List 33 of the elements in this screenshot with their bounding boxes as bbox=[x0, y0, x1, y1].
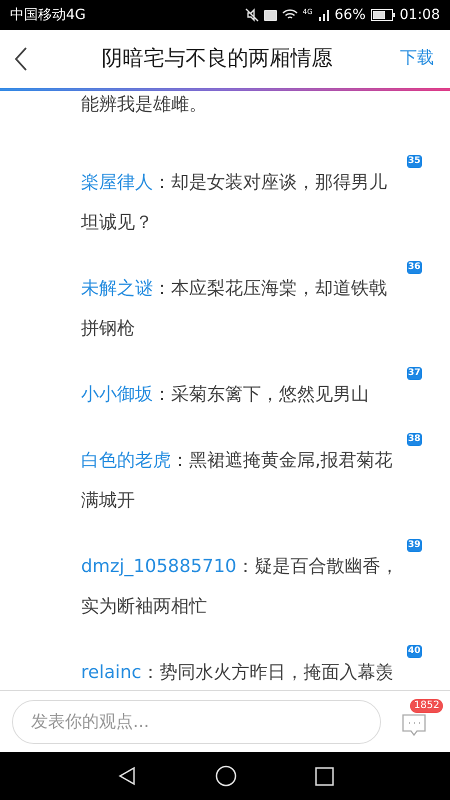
comment-text: relainc：势同水火方昨日，掩面入幕羡 bbox=[81, 661, 394, 685]
floor-badge: 36 bbox=[407, 261, 422, 274]
comment-input[interactable]: 发表你的观点... bbox=[12, 700, 381, 744]
comment-text: 白色的老虎：黑裙遮掩黄金屌,报君菊花满城开 bbox=[81, 449, 394, 513]
username-link[interactable]: 楽屋律人 bbox=[81, 172, 153, 193]
comment-text: 能辨我是雄雌。 bbox=[81, 93, 208, 117]
home-icon[interactable] bbox=[214, 765, 236, 787]
clock-label: 01:08 bbox=[400, 6, 440, 24]
floor-badge: 35 bbox=[407, 155, 422, 168]
signal-icon bbox=[318, 9, 330, 21]
recents-icon[interactable] bbox=[314, 766, 334, 786]
wifi-icon bbox=[282, 9, 298, 21]
username-link[interactable]: relainc bbox=[81, 662, 142, 683]
username-link[interactable]: 白色的老虎 bbox=[81, 450, 171, 471]
comment-text: 未解之谜：本应梨花压海棠，却道铁戟拼钢枪 bbox=[81, 277, 388, 341]
carrier-label: 中国移动4G bbox=[10, 6, 86, 24]
comment-text: 楽屋律人：却是女装对座谈，那得男儿坦诚见？ bbox=[81, 171, 388, 235]
comment-text: 小小御坂：采菊东篱下，悠然见男山 bbox=[81, 383, 370, 407]
mute-icon bbox=[244, 8, 259, 22]
battery-label: 66% bbox=[334, 6, 366, 24]
battery-icon bbox=[370, 9, 395, 21]
comment-text: dmzj_105885710：疑是百合散幽香，实为断袖两相忙 bbox=[81, 555, 400, 619]
floor-badge: 40 bbox=[407, 645, 422, 658]
floor-badge: 39 bbox=[407, 539, 422, 552]
floor-badge: 38 bbox=[407, 433, 422, 446]
username-link[interactable]: dmzj_105885710 bbox=[81, 556, 236, 577]
page-title: 阴暗宅与不良的两厢情愿 bbox=[100, 45, 334, 72]
username-link[interactable]: 未解之谜 bbox=[81, 278, 153, 299]
floor-badge: 37 bbox=[407, 367, 422, 380]
download-link[interactable]: 下载 bbox=[400, 46, 434, 72]
count-badge: 1852 bbox=[410, 698, 444, 712]
username-link[interactable]: 小小御坂 bbox=[81, 384, 153, 405]
back-icon[interactable] bbox=[116, 766, 136, 786]
